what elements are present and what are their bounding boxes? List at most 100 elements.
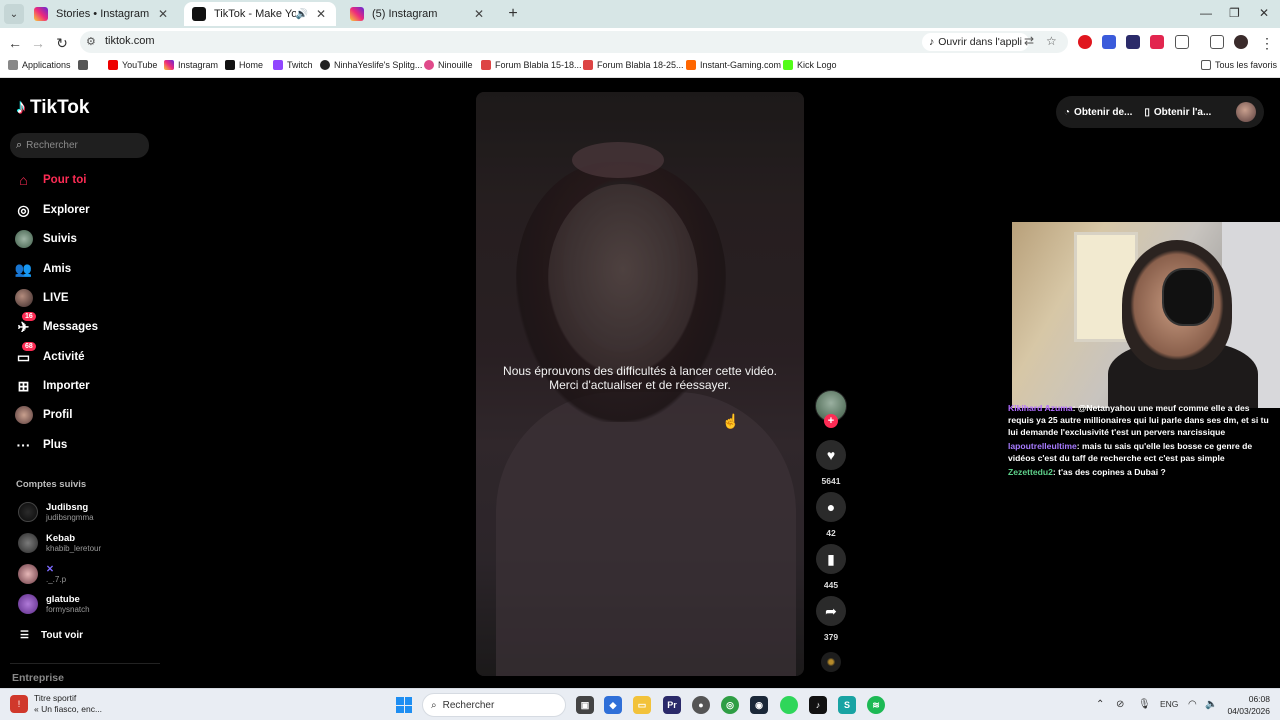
tray-chevron-icon[interactable]: ⌃ [1096,699,1104,710]
app-icon[interactable]: S [838,696,856,714]
nav-label: Amis [43,263,72,275]
account-username: khabib_leretour [46,544,102,553]
nav-upload[interactable]: ⊞ Importer [14,375,90,397]
close-tab-icon[interactable]: ✕ [156,7,170,21]
followed-account[interactable]: ✕ ._.7.p [18,564,66,584]
premiere-icon[interactable]: Pr [663,696,681,714]
extension-icon[interactable] [1078,35,1092,49]
search-box[interactable]: ⌕ [10,133,149,158]
volume-icon[interactable]: 🔈 [1205,699,1217,710]
bookmark-instagram[interactable]: Instagram [164,60,218,70]
url-text[interactable]: tiktok.com [105,35,155,47]
bookmark-grid[interactable] [78,60,88,70]
extensions-puzzle-icon[interactable] [1175,35,1189,49]
messages-icon: ✈ 16 [14,311,36,337]
system-clock[interactable]: 06:08 04/03/2026 [1222,693,1270,717]
profile-avatar[interactable] [1234,35,1248,49]
tray-icon[interactable]: ⊘ [1116,699,1124,710]
tab-stories-instagram[interactable]: Stories • Instagram ✕ [26,2,178,26]
extension-icon[interactable] [1126,35,1140,49]
nav-activity[interactable]: ▭ 68 Activité [14,341,85,368]
media-controls-icon[interactable] [1210,35,1224,49]
translate-icon[interactable]: ⇄ [1024,34,1034,48]
taskbar-search[interactable]: ⌕ Rechercher [422,693,566,717]
close-tab-icon[interactable]: ✕ [472,7,486,21]
address-bar[interactable]: ⚙ tiktok.com ♪ Ouvrir dans l'appli ⇄ ☆ [80,31,1068,53]
nav-friends[interactable]: 👥 Amis [14,258,71,280]
kick-icon [783,60,793,70]
close-tab-icon[interactable]: ✕ [314,7,328,21]
bookmark-instant-gaming[interactable]: Instant-Gaming.com [686,60,781,70]
bookmark-star-icon[interactable]: ☆ [1046,34,1057,48]
spotify-icon[interactable]: ≋ [867,696,885,714]
news-widget[interactable]: ! Titre sportif « Un fiasco, enc... [10,693,102,715]
language-indicator[interactable]: ENG [1160,699,1178,709]
bookmark-forum-18-25[interactable]: Forum Blabla 18-25... [583,60,684,70]
forward-icon[interactable]: → [29,34,47,52]
site-info-icon[interactable]: ⚙ [86,35,96,48]
windows-start-icon[interactable] [396,697,412,713]
extension-icon[interactable] [1102,35,1116,49]
file-explorer-icon[interactable]: ▭ [633,696,651,714]
bookmark-twitch[interactable]: Twitch [273,60,313,70]
nav-label: Plus [43,439,68,451]
wifi-icon[interactable]: ◠ [1188,699,1197,710]
task-view-icon[interactable]: ▣ [576,696,594,714]
bookmark-applications[interactable]: Applications [8,60,71,70]
microphone-icon[interactable]: 🎙 [1138,699,1151,710]
speaker-icon[interactable]: 🔊 [296,9,308,20]
like-button[interactable]: ♥ [816,440,846,470]
nav-profile[interactable]: Profil [14,404,72,426]
chrome-icon[interactable]: ◎ [721,696,739,714]
tiktok-logo[interactable]: ♪ TikTok [16,96,89,119]
share-button[interactable]: ➦ [816,596,846,626]
obs-icon[interactable]: ● [692,696,710,714]
bookmark-label: Instant-Gaming.com [700,60,782,70]
comment-button[interactable]: ● [816,492,846,522]
nav-live[interactable]: LIVE [14,287,69,309]
bookmark-all-favorites[interactable]: Tous les favoris [1201,60,1277,70]
nav-explore[interactable]: ◎ Explorer [14,199,89,221]
minimize-icon[interactable]: — [1200,6,1212,20]
widgets-app-icon[interactable]: ◆ [604,696,622,714]
app-icon[interactable] [780,696,798,714]
tab-instagram[interactable]: (5) Instagram ✕ [342,2,494,26]
see-all-button[interactable]: ☰ Tout voir [20,630,83,641]
followed-account[interactable]: glatube formysnatch [18,594,90,614]
bookmark-forum-15-18[interactable]: Forum Blabla 15-18... [481,60,582,70]
tiktok-taskbar-icon[interactable]: ♪ [809,696,827,714]
restore-icon[interactable]: ❐ [1229,6,1240,20]
open-in-app-button[interactable]: ♪ Ouvrir dans l'appli [922,33,1029,51]
business-link[interactable]: Entreprise [12,672,64,684]
followed-account[interactable]: Judibsng judibsngmma [18,502,94,522]
user-avatar[interactable] [1236,102,1256,122]
video-player[interactable]: Nous éprouvons des difficultés à lancer … [476,92,804,676]
bookmark-home[interactable]: Home [225,60,263,70]
nav-messages[interactable]: ✈ 16 Messages [14,311,98,338]
nav-more[interactable]: ··· Plus [14,434,68,456]
followed-account[interactable]: Kebab khabib_leretour [18,533,101,553]
get-coins-button[interactable]: ◔ Obtenir de... [1064,107,1132,118]
stream-chat: Kikihard Azuma: @Netanyahou une meuf com… [1008,402,1276,480]
save-button[interactable]: ▮ [816,544,846,574]
back-icon[interactable]: ← [6,34,24,52]
bookmark-youtube[interactable]: YouTube [108,60,157,70]
tab-search-icon[interactable]: ⌄ [4,4,24,24]
bookmark-kick-logo[interactable]: Kick Logo [783,60,837,70]
music-disc-icon[interactable] [821,652,841,672]
get-app-button[interactable]: ▯ Obtenir l'a... [1144,107,1211,118]
nav-following[interactable]: Suivis [14,228,77,250]
bookmark-ninouille[interactable]: Ninouille [424,60,473,70]
bookmark-splitgate[interactable]: NinhaYeslife's Splitg... [320,60,422,70]
reload-icon[interactable]: ↻ [53,34,71,52]
follow-plus-icon[interactable]: + [824,414,838,428]
close-window-icon[interactable]: ✕ [1259,6,1269,20]
steam-icon[interactable]: ◉ [750,696,768,714]
kebab-menu-icon[interactable]: ⋮ [1258,34,1276,52]
nav-for-you[interactable]: ⌂ Pour toi [14,169,86,191]
tab-tiktok[interactable]: TikTok - Make Your Day 🔊 ✕ [184,2,336,26]
search-input[interactable] [26,140,137,151]
new-tab-button[interactable]: + [504,5,522,23]
extension-icon[interactable] [1150,35,1164,49]
messages-badge: 16 [22,311,36,321]
